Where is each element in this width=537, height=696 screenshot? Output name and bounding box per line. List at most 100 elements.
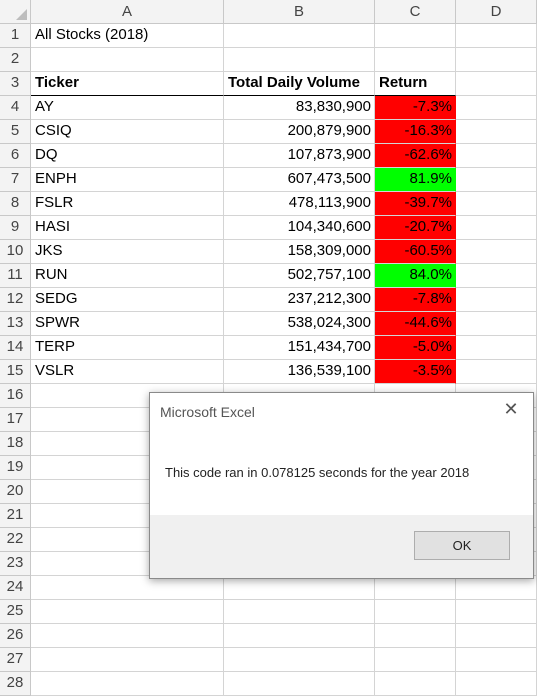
cell-d11[interactable] bbox=[456, 264, 537, 288]
row-header-25[interactable]: 25 bbox=[0, 600, 31, 624]
return-cell[interactable]: -7.8% bbox=[375, 288, 456, 312]
return-cell[interactable]: -3.5% bbox=[375, 360, 456, 384]
volume-cell[interactable]: 136,539,100 bbox=[224, 360, 375, 384]
header-ticker[interactable]: Ticker bbox=[31, 72, 224, 96]
row-header-3[interactable]: 3 bbox=[0, 72, 31, 96]
row-header-23[interactable]: 23 bbox=[0, 552, 31, 576]
cell-d12[interactable] bbox=[456, 288, 537, 312]
return-cell[interactable]: -44.6% bbox=[375, 312, 456, 336]
cell-d10[interactable] bbox=[456, 240, 537, 264]
header-volume[interactable]: Total Daily Volume bbox=[224, 72, 375, 96]
volume-cell[interactable]: 237,212,300 bbox=[224, 288, 375, 312]
return-cell[interactable]: 84.0% bbox=[375, 264, 456, 288]
volume-cell[interactable]: 538,024,300 bbox=[224, 312, 375, 336]
return-cell[interactable]: -7.3% bbox=[375, 96, 456, 120]
row-header-26[interactable]: 26 bbox=[0, 624, 31, 648]
row-header-8[interactable]: 8 bbox=[0, 192, 31, 216]
cell-c27[interactable] bbox=[375, 648, 456, 672]
row-header-6[interactable]: 6 bbox=[0, 144, 31, 168]
row-header-22[interactable]: 22 bbox=[0, 528, 31, 552]
row-header-16[interactable]: 16 bbox=[0, 384, 31, 408]
column-header-d[interactable]: D bbox=[456, 0, 537, 24]
return-cell[interactable]: -16.3% bbox=[375, 120, 456, 144]
cell-b27[interactable] bbox=[224, 648, 375, 672]
volume-cell[interactable]: 502,757,100 bbox=[224, 264, 375, 288]
return-cell[interactable]: -60.5% bbox=[375, 240, 456, 264]
cell-a28[interactable] bbox=[31, 672, 224, 696]
cell-d4[interactable] bbox=[456, 96, 537, 120]
ticker-cell[interactable]: JKS bbox=[31, 240, 224, 264]
cell-d24[interactable] bbox=[456, 576, 537, 600]
volume-cell[interactable]: 83,830,900 bbox=[224, 96, 375, 120]
cell-a26[interactable] bbox=[31, 624, 224, 648]
cell-d27[interactable] bbox=[456, 648, 537, 672]
cell-d8[interactable] bbox=[456, 192, 537, 216]
return-cell[interactable]: -20.7% bbox=[375, 216, 456, 240]
spreadsheet-grid[interactable]: A B C D 1 All Stocks (2018) 2 3 Ticker Total Dail… bbox=[0, 0, 537, 696]
row-header-9[interactable]: 9 bbox=[0, 216, 31, 240]
row-header-21[interactable]: 21 bbox=[0, 504, 31, 528]
cell-b1[interactable] bbox=[224, 24, 375, 48]
header-return[interactable]: Return bbox=[375, 72, 456, 96]
cell-d25[interactable] bbox=[456, 600, 537, 624]
column-header-b[interactable]: B bbox=[224, 0, 375, 24]
row-header-2[interactable]: 2 bbox=[0, 48, 31, 72]
row-header-11[interactable]: 11 bbox=[0, 264, 31, 288]
cell-c1[interactable] bbox=[375, 24, 456, 48]
return-cell[interactable]: -5.0% bbox=[375, 336, 456, 360]
cell-a25[interactable] bbox=[31, 600, 224, 624]
ticker-cell[interactable]: TERP bbox=[31, 336, 224, 360]
cell-d15[interactable] bbox=[456, 360, 537, 384]
row-header-17[interactable]: 17 bbox=[0, 408, 31, 432]
close-icon[interactable]: ✕ bbox=[503, 400, 519, 418]
sheet-title-cell[interactable]: All Stocks (2018) bbox=[31, 24, 224, 48]
ticker-cell[interactable]: SEDG bbox=[31, 288, 224, 312]
volume-cell[interactable]: 107,873,900 bbox=[224, 144, 375, 168]
cell-d2[interactable] bbox=[456, 48, 537, 72]
cell-d3[interactable] bbox=[456, 72, 537, 96]
cell-b28[interactable] bbox=[224, 672, 375, 696]
ok-button[interactable]: OK bbox=[414, 531, 510, 560]
row-header-27[interactable]: 27 bbox=[0, 648, 31, 672]
cell-a24[interactable] bbox=[31, 576, 224, 600]
row-header-4[interactable]: 4 bbox=[0, 96, 31, 120]
ticker-cell[interactable]: SPWR bbox=[31, 312, 224, 336]
return-cell[interactable]: -39.7% bbox=[375, 192, 456, 216]
cell-d9[interactable] bbox=[456, 216, 537, 240]
row-header-12[interactable]: 12 bbox=[0, 288, 31, 312]
cell-d14[interactable] bbox=[456, 336, 537, 360]
ticker-cell[interactable]: CSIQ bbox=[31, 120, 224, 144]
volume-cell[interactable]: 607,473,500 bbox=[224, 168, 375, 192]
cell-c25[interactable] bbox=[375, 600, 456, 624]
column-header-c[interactable]: C bbox=[375, 0, 456, 24]
return-cell[interactable]: 81.9% bbox=[375, 168, 456, 192]
cell-c28[interactable] bbox=[375, 672, 456, 696]
row-header-1[interactable]: 1 bbox=[0, 24, 31, 48]
row-header-24[interactable]: 24 bbox=[0, 576, 31, 600]
cell-b26[interactable] bbox=[224, 624, 375, 648]
cell-b25[interactable] bbox=[224, 600, 375, 624]
row-header-15[interactable]: 15 bbox=[0, 360, 31, 384]
cell-c2[interactable] bbox=[375, 48, 456, 72]
volume-cell[interactable]: 104,340,600 bbox=[224, 216, 375, 240]
row-header-20[interactable]: 20 bbox=[0, 480, 31, 504]
row-header-7[interactable]: 7 bbox=[0, 168, 31, 192]
cell-c24[interactable] bbox=[375, 576, 456, 600]
volume-cell[interactable]: 158,309,000 bbox=[224, 240, 375, 264]
cell-d6[interactable] bbox=[456, 144, 537, 168]
row-header-28[interactable]: 28 bbox=[0, 672, 31, 696]
cell-d13[interactable] bbox=[456, 312, 537, 336]
cell-d28[interactable] bbox=[456, 672, 537, 696]
row-header-5[interactable]: 5 bbox=[0, 120, 31, 144]
cell-b24[interactable] bbox=[224, 576, 375, 600]
ticker-cell[interactable]: FSLR bbox=[31, 192, 224, 216]
select-all-corner[interactable] bbox=[0, 0, 31, 24]
row-header-10[interactable]: 10 bbox=[0, 240, 31, 264]
cell-a2[interactable] bbox=[31, 48, 224, 72]
row-header-19[interactable]: 19 bbox=[0, 456, 31, 480]
cell-a27[interactable] bbox=[31, 648, 224, 672]
cell-c26[interactable] bbox=[375, 624, 456, 648]
row-header-13[interactable]: 13 bbox=[0, 312, 31, 336]
ticker-cell[interactable]: DQ bbox=[31, 144, 224, 168]
ticker-cell[interactable]: ENPH bbox=[31, 168, 224, 192]
